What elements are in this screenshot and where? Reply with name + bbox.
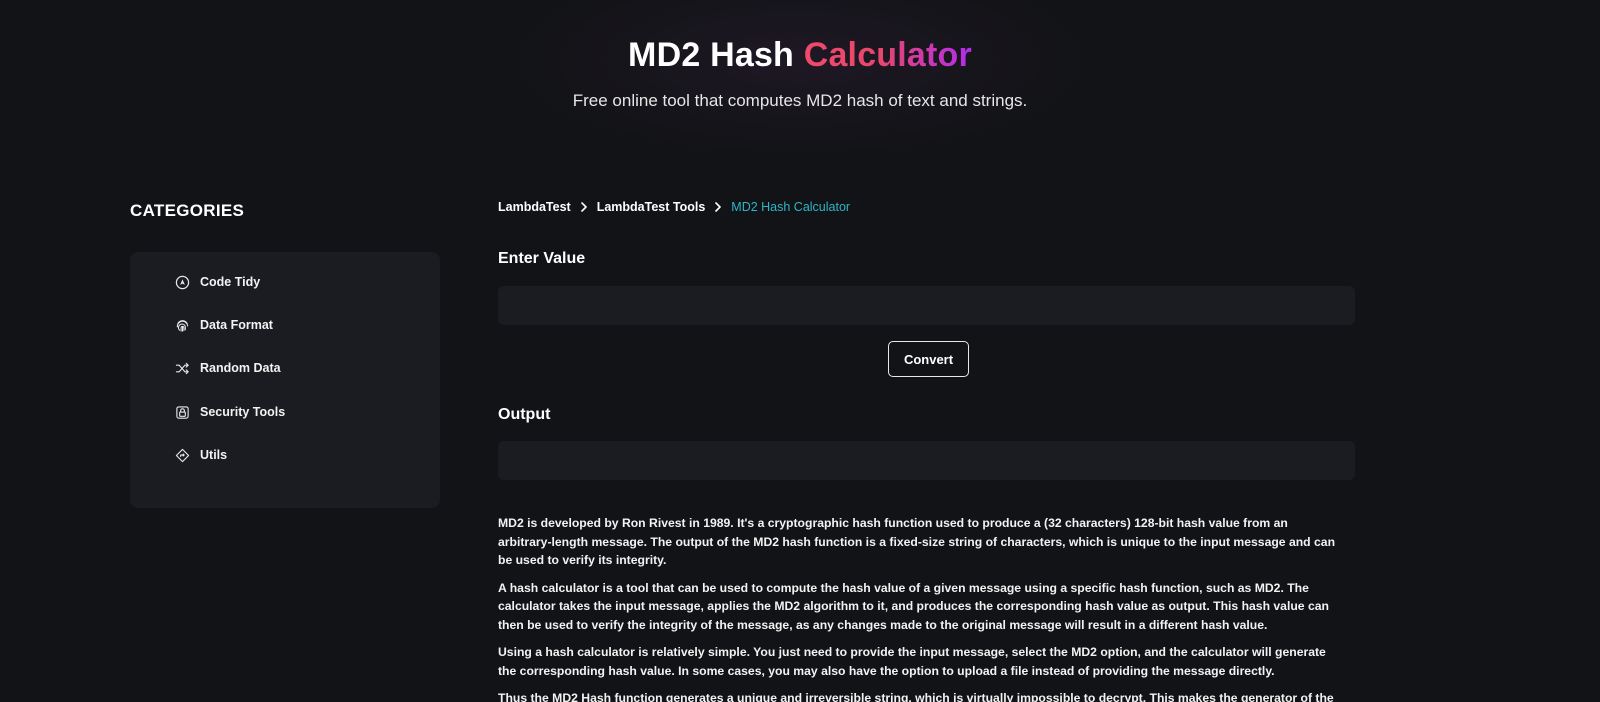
description-paragraph: Using a hash calculator is relatively si… bbox=[498, 645, 1326, 678]
sidebar-item-data-format[interactable]: Data Format bbox=[174, 315, 273, 335]
sidebar-item-utils[interactable]: Utils bbox=[174, 445, 227, 465]
breadcrumb: LambdaTest LambdaTest Tools MD2 Hash Cal… bbox=[498, 200, 850, 214]
page-title-accent: Calculator bbox=[803, 36, 972, 74]
description-paragraph: MD2 is developed by Ron Rivest in 1989. … bbox=[498, 516, 1336, 567]
chevron-right-icon bbox=[580, 202, 588, 212]
description: MD2 is developed by Ron Rivest in 1989. … bbox=[498, 514, 1343, 702]
sidebar-item-label: Code Tidy bbox=[200, 275, 261, 289]
output-label: Output bbox=[498, 406, 551, 423]
shuffle-icon bbox=[174, 360, 190, 376]
sidebar-item-label: Data Format bbox=[200, 318, 273, 332]
sidebar-item-random-data[interactable]: Random Data bbox=[174, 358, 281, 378]
value-input[interactable] bbox=[498, 286, 1355, 325]
page-title: MD2 Hash Calculator bbox=[0, 36, 1600, 75]
hero-glow bbox=[500, 0, 1100, 160]
page-subtitle: Free online tool that computes MD2 hash … bbox=[572, 91, 1028, 110]
sidebar-item-label: Security Tools bbox=[200, 405, 286, 419]
description-paragraph: A hash calculator is a tool that can be … bbox=[498, 580, 1329, 632]
input-label: Enter Value bbox=[498, 250, 586, 267]
breadcrumb-link-lambdatest-tools[interactable]: LambdaTest Tools bbox=[597, 200, 706, 214]
page: MD2 Hash Calculator Free online tool tha… bbox=[0, 0, 1600, 702]
categories-sidebar: Code Tidy Data Format Random Data Securi… bbox=[130, 252, 440, 508]
output-field[interactable] bbox=[498, 441, 1355, 480]
diamond-icon bbox=[174, 447, 190, 463]
sidebar-item-security-tools[interactable]: Security Tools bbox=[174, 402, 285, 422]
description-paragraph: Thus the MD2 Hash function generates a u… bbox=[498, 691, 1334, 702]
code-tidy-icon bbox=[174, 274, 190, 290]
sidebar-item-code-tidy[interactable]: Code Tidy bbox=[174, 272, 260, 292]
breadcrumb-current: MD2 Hash Calculator bbox=[731, 200, 851, 214]
breadcrumb-link-lambdatest[interactable]: LambdaTest bbox=[498, 200, 571, 214]
categories-heading: CATEGORIES bbox=[130, 201, 245, 220]
convert-button[interactable]: Convert bbox=[888, 341, 969, 377]
fingerprint-icon bbox=[174, 317, 190, 333]
sidebar-item-label: Utils bbox=[200, 448, 228, 462]
chevron-right-icon bbox=[714, 202, 722, 212]
sidebar-item-label: Random Data bbox=[200, 361, 281, 375]
lock-icon bbox=[174, 404, 190, 420]
page-title-main: MD2 Hash bbox=[628, 36, 795, 74]
